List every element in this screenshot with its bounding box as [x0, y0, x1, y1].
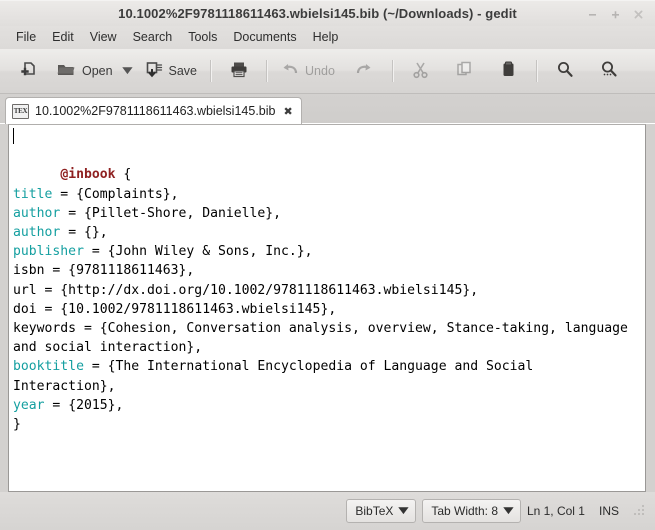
menu-search[interactable]: Search — [125, 28, 181, 47]
chevron-down-icon: ▼ — [121, 65, 133, 76]
code-token: @inbook — [60, 167, 116, 183]
redo-icon — [354, 60, 375, 82]
code-token: = {Complaints}, — [52, 186, 179, 202]
language-selector[interactable]: BibTeX ▼ — [346, 499, 417, 523]
minimize-icon[interactable] — [582, 4, 603, 24]
code-line: author = {Pillet-Shore, Danielle}, — [13, 206, 281, 221]
tab-width-label: Tab Width: 8 — [431, 504, 499, 518]
editor-area: @inbook { title = {Complaints}, author =… — [0, 124, 655, 492]
paste-button[interactable] — [487, 54, 531, 88]
code-token: = {2015}, — [44, 397, 124, 413]
toolbar-separator-2 — [266, 60, 269, 82]
find-button[interactable] — [543, 54, 587, 88]
menu-bar: File Edit View Search Tools Documents He… — [0, 26, 655, 49]
chevron-down-icon: ▼ — [503, 505, 514, 516]
close-icon[interactable] — [628, 4, 649, 24]
code-token: = {}, — [60, 225, 108, 241]
cut-button[interactable] — [399, 54, 443, 88]
tab-width-selector[interactable]: Tab Width: 8 ▼ — [422, 499, 521, 523]
new-document-icon — [19, 60, 38, 82]
paste-icon — [499, 60, 518, 82]
code-line: publisher = {John Wiley & Sons, Inc.}, — [13, 244, 313, 259]
gedit-window: 10.1002%2F9781118611463.wbielsi145.bib (… — [0, 0, 655, 530]
code-line: author = {}, — [13, 225, 108, 240]
code-line: booktitle = {The International Encyclope… — [13, 359, 541, 393]
code-token: title — [13, 186, 53, 202]
title-bar: 10.1002%2F9781118611463.wbielsi145.bib (… — [0, 0, 655, 26]
undo-label: Undo — [305, 63, 335, 78]
toolbar-separator-3 — [391, 60, 394, 82]
code-token: = {John Wiley & Sons, Inc.}, — [83, 244, 313, 260]
undo-button[interactable]: Undo — [273, 54, 343, 88]
code-token: doi = {10.1002/9781118611463.wbielsi145}… — [13, 301, 337, 317]
code-line: } — [13, 417, 21, 432]
window-title: 10.1002%2F9781118611463.wbielsi145.bib (… — [118, 6, 517, 21]
toolbar-separator-4 — [535, 60, 538, 82]
toolbar-separator-1 — [210, 60, 213, 82]
language-label: BibTeX — [355, 504, 394, 518]
window-controls — [582, 1, 649, 27]
code-line: url = {http://dx.doi.org/10.1002/9781118… — [13, 283, 478, 298]
chevron-down-icon: ▼ — [398, 505, 410, 516]
open-button[interactable]: Open — [50, 54, 121, 88]
redo-button[interactable] — [343, 54, 387, 88]
code-line: doi = {10.1002/9781118611463.wbielsi145}… — [13, 302, 336, 317]
tab-label: 10.1002%2F9781118611463.wbielsi145.bib — [35, 104, 276, 118]
code-token: isbn = {9781118611463}, — [13, 263, 195, 279]
search-icon — [555, 60, 575, 82]
new-document-button[interactable] — [6, 54, 50, 88]
menu-view[interactable]: View — [82, 28, 125, 47]
code-token: { — [115, 167, 132, 183]
code-token: author — [13, 205, 61, 221]
code-line: title = {Complaints}, — [13, 187, 179, 202]
text-view[interactable]: @inbook { title = {Complaints}, author =… — [8, 124, 646, 492]
find-replace-icon — [599, 60, 619, 82]
insert-mode-indicator: INS — [598, 504, 619, 518]
copy-icon — [455, 60, 474, 82]
resize-grip-icon[interactable] — [633, 504, 647, 518]
source-code[interactable]: @inbook { title = {Complaints}, author =… — [9, 125, 645, 434]
save-label: Save — [168, 63, 198, 78]
tex-file-icon: TEX — [12, 103, 29, 119]
print-icon — [229, 60, 249, 82]
undo-icon — [279, 60, 300, 82]
code-line: keywords = {Cohesion, Conversation analy… — [13, 321, 636, 355]
code-token: } — [13, 417, 21, 433]
save-icon — [144, 60, 164, 82]
cursor-position: Ln 1, Col 1 — [526, 504, 585, 518]
code-token: publisher — [13, 244, 84, 260]
tab-strip: TEX 10.1002%2F9781118611463.wbielsi145.b… — [0, 94, 655, 124]
open-dropdown-button[interactable]: ▼ — [121, 54, 138, 88]
maximize-icon[interactable] — [605, 4, 626, 24]
menu-edit[interactable]: Edit — [44, 28, 82, 47]
code-token: year — [13, 397, 45, 413]
replace-button[interactable] — [587, 54, 631, 88]
open-label: Open — [82, 63, 113, 78]
toolbar: Open ▼ Save Undo — [0, 49, 655, 94]
copy-button[interactable] — [443, 54, 487, 88]
open-folder-icon — [56, 60, 77, 82]
code-token: booktitle — [13, 359, 84, 375]
code-token: keywords = {Cohesion, Conversation analy… — [13, 321, 636, 356]
code-token: url = {http://dx.doi.org/10.1002/9781118… — [13, 282, 479, 298]
save-button[interactable]: Save — [138, 54, 206, 88]
code-line: year = {2015}, — [13, 398, 123, 413]
menu-help[interactable]: Help — [305, 28, 347, 47]
code-line: isbn = {9781118611463}, — [13, 263, 194, 278]
tab-bib-file[interactable]: TEX 10.1002%2F9781118611463.wbielsi145.b… — [5, 97, 302, 124]
cut-icon — [411, 60, 430, 82]
menu-documents[interactable]: Documents — [225, 28, 304, 47]
menu-tools[interactable]: Tools — [180, 28, 225, 47]
close-icon[interactable]: ✖ — [283, 106, 292, 117]
print-button[interactable] — [217, 54, 261, 88]
code-token: = {Pillet-Shore, Danielle}, — [60, 205, 282, 221]
code-token: = {The International Encyclopedia of Lan… — [13, 359, 542, 394]
status-bar: BibTeX ▼ Tab Width: 8 ▼ Ln 1, Col 1 INS — [0, 492, 655, 530]
text-cursor — [13, 128, 14, 144]
menu-file[interactable]: File — [8, 28, 44, 47]
code-token: author — [13, 225, 61, 241]
code-line: @inbook { — [60, 167, 131, 182]
